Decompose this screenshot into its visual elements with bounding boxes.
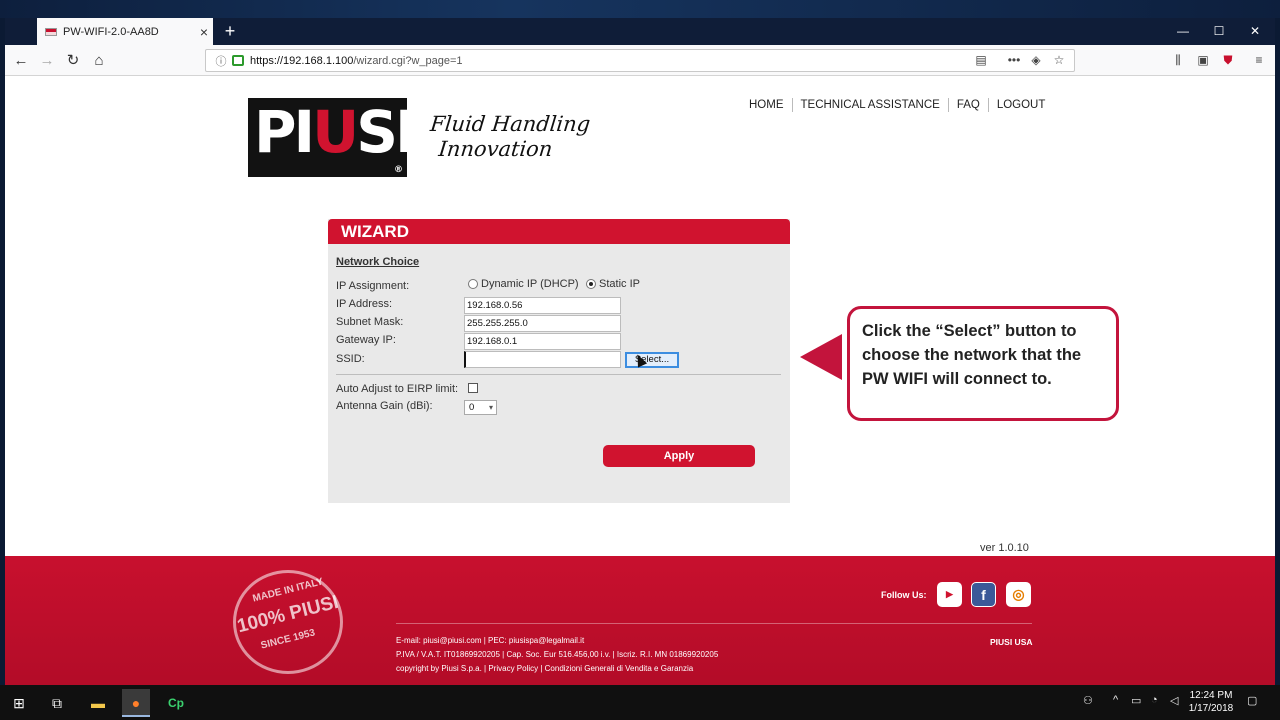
url-bar[interactable]: ⓘ https://192.168.1.100/wizard.cgi?w_pag… <box>205 49 1075 72</box>
taskbar: ⊞ ⧉ ▬ ● Cp ⚇ ^ ▭ ◔ ◁ 12:24 PM 1/17/2018 ▢ <box>0 685 1280 720</box>
footer-contact: E-mail: piusi@piusi.com | PEC: piusispa@… <box>396 636 585 645</box>
forward-button[interactable]: → <box>35 49 59 73</box>
bookmark-star-icon[interactable]: ☆ <box>1048 49 1070 71</box>
static-ip-label: Static IP <box>599 278 640 290</box>
antenna-gain-label: Antenna Gain (dBi): <box>336 400 433 412</box>
url-text: https://192.168.1.100/wizard.cgi?w_page=… <box>250 54 463 67</box>
tagline: Fluid Handling Innovation <box>429 112 592 161</box>
file-explorer-icon[interactable]: ▬ <box>84 689 112 717</box>
navigation-toolbar: ← → ↻ ⌂ ⓘ https://192.168.1.100/wizard.c… <box>5 45 1275 76</box>
callout-arrow-icon <box>800 334 842 380</box>
antenna-gain-select[interactable]: 0 ▾ <box>464 400 497 415</box>
page-actions-icon[interactable]: ••• <box>1003 49 1025 71</box>
minimize-button[interactable]: — <box>1165 18 1201 45</box>
ip-address-label: IP Address: <box>336 298 393 310</box>
back-button[interactable]: ← <box>9 49 33 73</box>
tab-title: PW-WIFI-2.0-AA8D <box>63 25 159 38</box>
ssid-label: SSID: <box>336 353 365 365</box>
radio-selected-icon[interactable] <box>586 279 596 289</box>
static-ip-radio[interactable]: Static IP <box>586 278 640 290</box>
subnet-mask-label: Subnet Mask: <box>336 316 404 328</box>
reader-view-icon[interactable]: ▤ <box>970 49 992 71</box>
close-tab-icon[interactable]: × <box>195 24 213 40</box>
facebook-icon[interactable]: f <box>971 582 996 607</box>
apply-button[interactable]: Apply <box>603 445 755 467</box>
new-tab-button[interactable]: + <box>219 20 241 42</box>
wizard-panel: WIZARD Network Choice IP Assignment: Dyn… <box>328 219 790 503</box>
dhcp-radio[interactable]: Dynamic IP (DHCP) <box>468 278 579 290</box>
reload-button[interactable]: ↻ <box>61 49 85 73</box>
subnet-mask-field[interactable]: 255.255.255.0 <box>464 315 621 332</box>
windows-start-icon[interactable]: ⊞ <box>5 689 33 717</box>
desktop-background <box>0 0 1280 18</box>
rss-icon[interactable]: ◎ <box>1006 582 1031 607</box>
pocket-icon[interactable]: ◈ <box>1025 49 1047 71</box>
lock-icon <box>232 55 244 66</box>
wifi-icon[interactable]: ◔ <box>1151 694 1158 706</box>
select-network-button[interactable]: Select... <box>625 352 679 368</box>
people-icon[interactable]: ⚇ <box>1083 694 1093 707</box>
top-navigation: HOME TECHNICAL ASSISTANCE FAQ LOGOUT <box>743 98 1053 112</box>
tab-bar: PW-WIFI-2.0-AA8D × + — ☐ ✕ <box>5 18 1275 45</box>
network-icon[interactable]: ▭ <box>1131 694 1141 707</box>
task-view-icon[interactable]: ⧉ <box>43 689 71 717</box>
footer: MADE IN ITALY 100% PIUSI SINCE 1953 Foll… <box>5 556 1275 685</box>
browser-window: PW-WIFI-2.0-AA8D × + — ☐ ✕ ← → ↻ ⌂ ⓘ htt… <box>5 18 1275 685</box>
youtube-icon[interactable]: ▶ <box>937 582 962 607</box>
ip-address-field[interactable]: 192.168.0.56 <box>464 297 621 314</box>
ip-assignment-label: IP Assignment: <box>336 280 410 292</box>
eirp-label: Auto Adjust to EIRP limit: <box>336 383 459 395</box>
library-icon[interactable]: ⫼ <box>1167 49 1189 71</box>
radio-icon[interactable] <box>468 279 478 289</box>
footer-copyright: copyright by Piusi S.p.a. | Privacy Poli… <box>396 664 694 673</box>
ssid-field[interactable] <box>464 351 621 368</box>
menu-icon[interactable]: ≡ <box>1248 49 1270 71</box>
volume-icon[interactable]: ◁ <box>1170 694 1178 707</box>
dhcp-label: Dynamic IP (DHCP) <box>481 278 579 290</box>
section-title: Network Choice <box>336 256 420 268</box>
favicon-icon <box>45 27 57 36</box>
divider <box>336 374 781 375</box>
close-window-button[interactable]: ✕ <box>1237 18 1273 45</box>
tray-chevron-icon[interactable]: ^ <box>1113 694 1118 706</box>
system-clock[interactable]: 12:24 PM 1/17/2018 <box>1186 689 1236 715</box>
captivate-icon[interactable]: Cp <box>162 689 190 717</box>
browser-tab[interactable]: PW-WIFI-2.0-AA8D × <box>37 18 213 45</box>
notification-icon[interactable]: ▢ <box>1247 694 1257 707</box>
nav-faq[interactable]: FAQ <box>947 98 988 112</box>
home-icon[interactable]: ⌂ <box>87 49 111 73</box>
eirp-checkbox[interactable] <box>468 383 478 393</box>
piusi-usa-link[interactable]: PIUSI USA <box>990 637 1033 647</box>
version-label: ver 1.0.10 <box>980 542 1029 554</box>
wizard-title: WIZARD <box>328 219 790 244</box>
gateway-ip-field[interactable]: 192.168.0.1 <box>464 333 621 350</box>
firefox-icon[interactable]: ● <box>122 689 150 717</box>
footer-vat: P.IVA / V.A.T. IT01869920205 | Cap. Soc.… <box>396 650 719 659</box>
instruction-callout: Click the “Select” button to choose the … <box>847 306 1119 421</box>
page-content: PIUSI ® Fluid Handling Innovation HOME TEC… <box>5 76 1275 685</box>
footer-divider <box>396 623 1032 624</box>
chevron-down-icon: ▾ <box>488 403 493 412</box>
maximize-button[interactable]: ☐ <box>1201 18 1237 45</box>
follow-us-label: Follow Us: <box>881 590 927 600</box>
gateway-ip-label: Gateway IP: <box>336 334 396 346</box>
nav-technical-assistance[interactable]: TECHNICAL ASSISTANCE <box>791 98 948 112</box>
info-icon[interactable]: ⓘ <box>213 53 229 69</box>
sidebar-icon[interactable]: ▣ <box>1192 49 1214 71</box>
ublock-icon[interactable]: ⛊ <box>1217 49 1239 71</box>
piusi-logo[interactable]: PIUSI ® <box>248 98 417 177</box>
nav-home[interactable]: HOME <box>743 98 792 112</box>
nav-logout[interactable]: LOGOUT <box>987 98 1054 112</box>
made-in-italy-stamp: MADE IN ITALY 100% PIUSI SINCE 1953 <box>233 570 343 674</box>
